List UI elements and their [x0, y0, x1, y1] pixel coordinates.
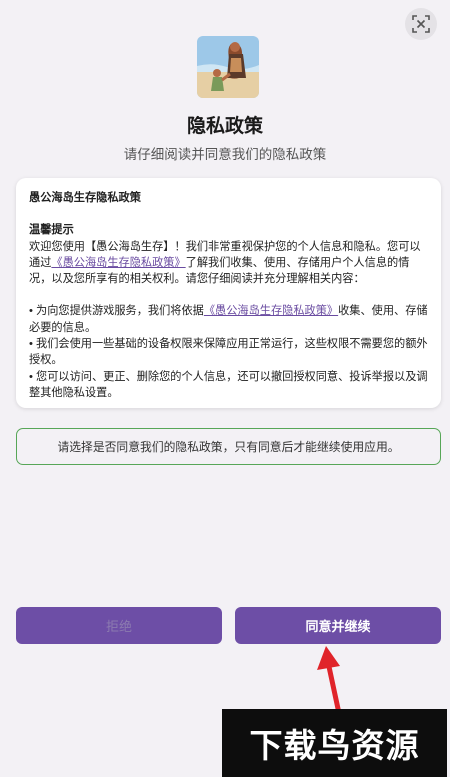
agree-and-continue-button[interactable]: 同意并继续	[235, 607, 441, 644]
privacy-policy-link[interactable]: 《愚公海岛生存隐私政策》	[51, 257, 185, 269]
tips-heading: 温馨提示	[29, 224, 74, 237]
decline-button[interactable]: 拒绝	[16, 607, 222, 644]
privacy-policy-link-2[interactable]: 《愚公海岛生存隐私政策》	[204, 305, 338, 317]
red-arrow-icon	[317, 646, 343, 720]
consent-notice: 请选择是否同意我们的隐私政策，只有同意后才能继续使用应用。	[16, 428, 441, 465]
app-icon	[197, 36, 259, 98]
policy-card-heading: 愚公海岛生存隐私政策	[29, 192, 141, 204]
policy-bullet-3: • 您可以访问、更正、删除您的个人信息，还可以撤回授权同意、投诉举报以及调整其他…	[29, 370, 428, 399]
scan-icon[interactable]	[405, 8, 437, 40]
policy-intro: 欢迎您使用【愚公海岛生存】！我们非常重视保护您的个人信息和隐私。您可以通过《愚公…	[29, 239, 428, 288]
watermark: 下载鸟资源	[222, 709, 447, 777]
scan-icon-glyph	[412, 15, 430, 33]
page-title: 隐私政策	[186, 116, 263, 137]
policy-card: 愚公海岛生存隐私政策 温馨提示 欢迎您使用【愚公海岛生存】！我们非常重视保护您的…	[16, 178, 441, 408]
decline-button-label: 拒绝	[105, 619, 132, 634]
consent-notice-text: 请选择是否同意我们的隐私政策，只有同意后才能继续使用应用。	[57, 440, 400, 454]
watermark-text: 下载鸟资源	[249, 726, 420, 765]
game-character-icon	[197, 36, 259, 98]
policy-bullet-2: • 我们会使用一些基础的设备权限来保障应用正常运行，这些权限不需要您的额外授权。	[29, 338, 428, 367]
page-subtitle: 请仔细阅读并同意我们的隐私政策	[123, 147, 327, 162]
policy-bullet-1: • 为向您提供游戏服务，我们将依据《愚公海岛生存隐私政策》收集、使用、存储必要的…	[29, 303, 428, 336]
bullet1-part1: • 为向您提供游戏服务，我们将依据	[29, 305, 204, 318]
agree-button-label: 同意并继续	[305, 619, 371, 634]
